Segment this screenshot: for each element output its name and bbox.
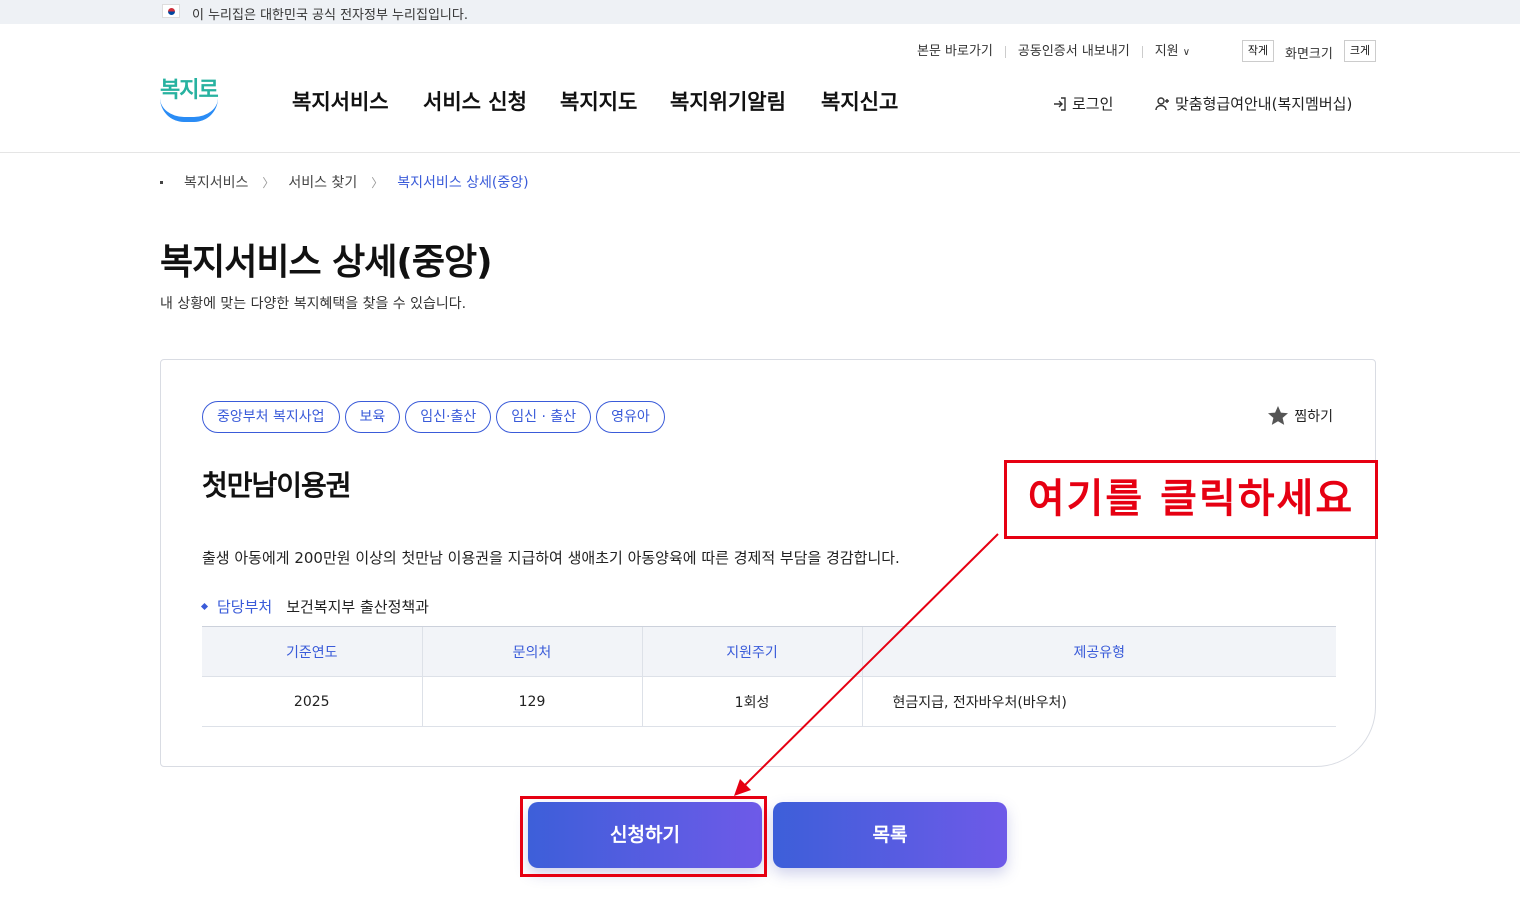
- table-row: 2025 129 1회성 현금지급, 전자바우처(바우처): [202, 676, 1336, 727]
- nav-item-service-apply[interactable]: 서비스 신청: [423, 86, 527, 116]
- page-title: 복지서비스 상세(중앙): [160, 242, 493, 283]
- table-cell-cycle: 1회성: [641, 676, 862, 727]
- nav-item-welfare-map[interactable]: 복지지도: [560, 86, 637, 116]
- login-label: 로그인: [1072, 95, 1114, 113]
- tag-pregnancy-birth[interactable]: 임신·출산: [405, 401, 492, 433]
- nav-item-welfare-service[interactable]: 복지서비스: [292, 86, 389, 116]
- breadcrumb-item-welfare-service[interactable]: 복지서비스: [184, 172, 248, 192]
- table-header: 지원주기: [641, 626, 862, 677]
- gov-banner-text: 이 누리집은 대한민국 공식 전자정부 누리집입니다.: [192, 8, 468, 23]
- favorite-label: 찜하기: [1294, 409, 1333, 425]
- department-value: 보건복지부 출산정책과: [286, 598, 429, 616]
- table-header: 제공유형: [861, 626, 1336, 677]
- user-plus-icon: [1155, 96, 1169, 110]
- table-header: 기준연도: [202, 626, 422, 677]
- click-here-callout: 여기를 클릭하세요: [1004, 460, 1378, 539]
- login-link[interactable]: 로그인: [1052, 93, 1113, 114]
- tag-infant[interactable]: 영유아: [596, 401, 665, 433]
- korea-flag-icon: [162, 4, 180, 18]
- service-detail-card: 중앙부처 복지사업 보육 임신·출산 임신 · 출산 영유아 찜하기 첫만남이용…: [160, 359, 1376, 767]
- utility-links: 본문 바로가기 공동인증서 내보내기 지원 ∨: [917, 40, 1190, 59]
- skip-to-content-link[interactable]: 본문 바로가기: [917, 44, 993, 59]
- support-label: 지원: [1154, 44, 1179, 59]
- highlight-box: [520, 796, 767, 877]
- tag-pregnancy-birth-2[interactable]: 임신 · 출산: [496, 401, 592, 433]
- login-icon: [1054, 96, 1066, 111]
- breadcrumb-item-service-find[interactable]: 서비스 찾기: [288, 172, 357, 192]
- table-cell-contact: 129: [421, 676, 642, 727]
- nav-item-welfare-report[interactable]: 복지신고: [821, 86, 898, 116]
- header-divider: [0, 152, 1520, 153]
- export-cert-link[interactable]: 공동인증서 내보내기: [1018, 44, 1130, 59]
- star-icon: [1268, 406, 1289, 425]
- font-large-button[interactable]: 크게: [1344, 40, 1376, 62]
- divider: [1141, 45, 1143, 58]
- chevron-right-icon: 〉: [371, 175, 384, 190]
- nav-item-crisis-alert[interactable]: 복지위기알림: [670, 86, 786, 116]
- tag-central-ministry[interactable]: 중앙부처 복지사업: [202, 401, 340, 433]
- gov-banner: 이 누리집은 대한민국 공식 전자정부 누리집입니다.: [0, 0, 1520, 24]
- department-row: 담당부처 보건복지부 출산정책과: [200, 596, 429, 617]
- font-size-label: 화면크기: [1285, 47, 1333, 62]
- table-cell-year: 2025: [202, 676, 422, 727]
- chevron-right-icon: 〉: [262, 175, 275, 190]
- site-logo[interactable]: 복지로: [160, 72, 220, 124]
- service-name: 첫만남이용권: [202, 469, 352, 502]
- service-description: 출생 아동에게 200만원 이상의 첫만남 이용권을 지급하여 생애초기 아동양…: [202, 549, 900, 567]
- list-button[interactable]: 목록: [773, 802, 1007, 868]
- font-small-button[interactable]: 작게: [1242, 40, 1274, 62]
- membership-label: 맞춤형급여안내(복지멤버십): [1175, 95, 1353, 113]
- department-label: 담당부처: [217, 598, 273, 616]
- service-tags: 중앙부처 복지사업 보육 임신·출산 임신 · 출산 영유아: [202, 401, 665, 433]
- diamond-bullet-icon: [200, 602, 209, 611]
- breadcrumb: 복지서비스 〉 서비스 찾기 〉 복지서비스 상세(중앙): [160, 172, 529, 192]
- page-description: 내 상황에 맞는 다양한 복지혜택을 찾을 수 있습니다.: [160, 296, 467, 312]
- favorite-button[interactable]: 찜하기: [1266, 404, 1333, 428]
- support-menu[interactable]: 지원 ∨: [1155, 44, 1190, 59]
- table-header: 문의처: [421, 626, 642, 677]
- logo-smile: [160, 98, 218, 122]
- breadcrumb-item-current: 복지서비스 상세(중앙): [397, 175, 529, 191]
- divider: [1004, 45, 1006, 58]
- membership-link[interactable]: 맞춤형급여안내(복지멤버십): [1155, 93, 1352, 114]
- table-header-row: 기준연도 문의처 지원주기 제공유형: [202, 626, 1336, 677]
- service-info-table: 기준연도 문의처 지원주기 제공유형 2025 129 1회성 현금지급, 전자…: [202, 626, 1336, 727]
- chevron-down-icon: ∨: [1182, 47, 1191, 58]
- table-cell-type: 현금지급, 전자바우처(바우처): [861, 676, 1336, 727]
- breadcrumb-bullet: [160, 180, 163, 184]
- tag-childcare[interactable]: 보육: [344, 401, 401, 433]
